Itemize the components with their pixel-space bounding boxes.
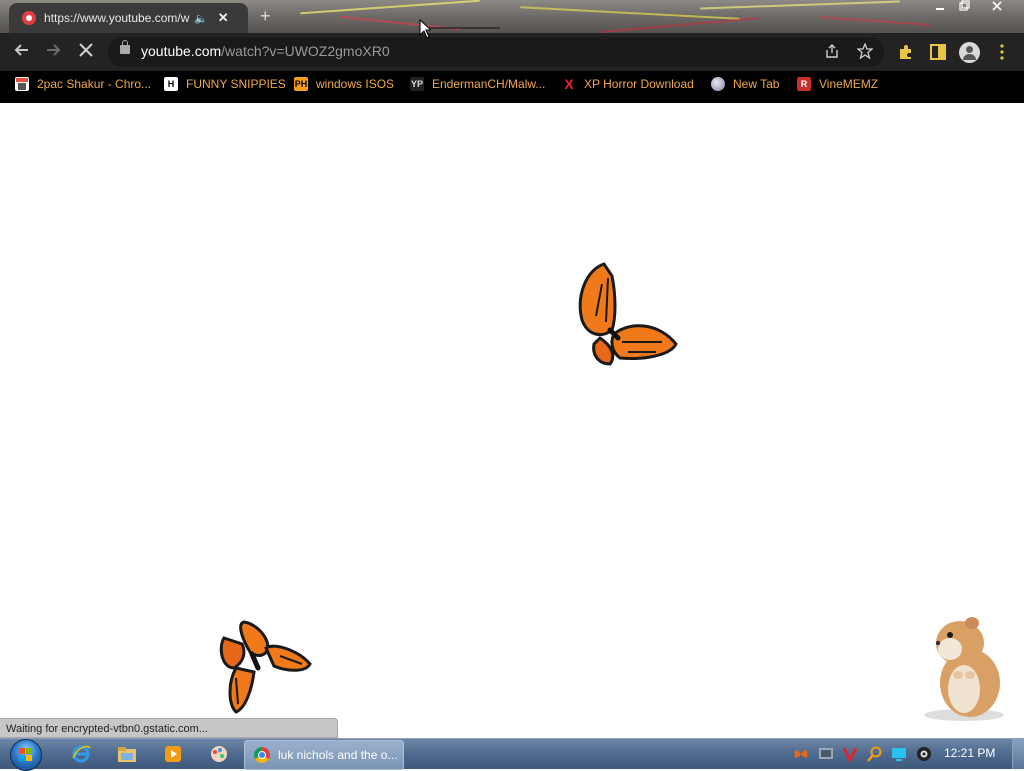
internet-explorer-icon[interactable] [68,742,94,766]
bookmark-windows-isos[interactable]: PH windows ISOS [294,77,394,91]
tab-title: https://www.youtube.com/w [44,11,190,25]
v-tray-icon[interactable] [842,746,858,762]
browser-toolbar: youtube.com/watch?v=UWOZ2gmoXR0 [0,33,1024,71]
bookmark-new-tab[interactable]: New Tab [711,77,779,91]
x-icon: X [564,76,574,92]
browser-tab[interactable]: https://www.youtube.com/w 🔈 ✕ [9,3,248,33]
file-explorer-icon[interactable] [114,742,140,766]
address-bar[interactable]: youtube.com/watch?v=UWOZ2gmoXR0 [108,37,884,67]
stop-loading-icon[interactable] [77,41,95,64]
back-icon[interactable] [12,41,30,64]
butterfly-image [219,620,312,714]
butterfly-tray-icon[interactable] [793,746,809,762]
youtube-icon [22,11,36,25]
media-player-icon[interactable] [160,742,186,766]
bookmark-vinememz[interactable]: R VineMEMZ [797,77,878,91]
lock-icon[interactable] [120,40,130,54]
bookmark-star-icon[interactable] [856,42,874,63]
close-tab-icon[interactable]: ✕ [218,10,229,26]
chrome-icon [254,747,270,763]
profile-avatar-icon[interactable] [959,42,980,63]
r-icon: R [797,77,811,91]
taskbar-clock[interactable]: 12:21 PM [944,746,995,760]
display-tray-icon[interactable] [891,746,907,762]
bookmark-2pac[interactable]: 2pac Shakur - Chro... [15,77,151,91]
forward-icon[interactable] [45,41,63,64]
status-bubble: Waiting for encrypted-vtbn0.gstatic.com.… [0,718,338,738]
restore-icon[interactable] [953,0,975,16]
windows-flag-icon [19,748,32,761]
speaker-icon[interactable]: 🔈 [194,12,208,25]
minimize-icon[interactable] [929,0,951,16]
network-tray-icon[interactable] [818,746,834,762]
yp-icon: YP [410,77,424,91]
share-icon[interactable] [824,43,840,63]
webcam-tray-icon[interactable] [916,746,932,762]
bookmark-funny-snippies[interactable]: H FUNNY SNIPPIES [164,77,286,91]
hamster-image [924,617,1004,721]
taskbar-chrome-window[interactable]: luk nichols and the o... [244,740,404,770]
side-panel-icon[interactable] [929,43,947,66]
bookmark-xp-horror[interactable]: X XP Horror Download [562,76,694,92]
bookmark-endermanch[interactable]: YP EndermanCH/Malw... [410,77,545,91]
taskbar: luk nichols and the o... 12:21 PM [0,738,1024,771]
store-icon [15,77,29,91]
ph-icon: PH [294,77,308,91]
new-tab-icon[interactable]: + [260,6,271,27]
search-tray-icon[interactable] [867,746,883,762]
h-icon: H [164,77,178,91]
paint-app-icon[interactable] [206,742,232,766]
close-window-icon[interactable] [986,0,1008,16]
extensions-icon[interactable] [897,43,915,66]
url-text: youtube.com/watch?v=UWOZ2gmoXR0 [141,43,390,59]
butterfly-image [578,262,678,366]
show-desktop-button[interactable] [1012,739,1024,769]
mouse-cursor-icon [419,19,431,39]
menu-kebab-icon[interactable] [998,43,1006,66]
bookmarks-bar: 2pac Shakur - Chro... H FUNNY SNIPPIES P… [0,71,1024,103]
globe-icon [711,77,725,91]
title-bar: https://www.youtube.com/w 🔈 ✕ + [0,0,1024,33]
page-content [0,103,1024,738]
start-button[interactable] [8,739,46,771]
